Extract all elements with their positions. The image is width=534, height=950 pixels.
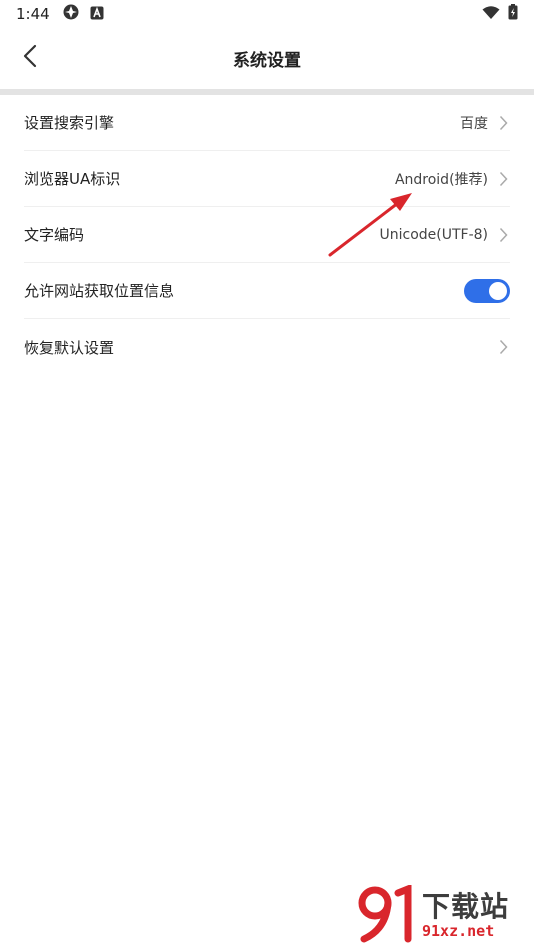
watermark-sub-text: 91xz.net [422, 922, 495, 940]
watermark-logo: 下载站 91xz.net [358, 883, 528, 947]
back-button[interactable] [10, 38, 50, 78]
setting-browser-ua[interactable]: 浏览器UA标识 Android(推荐) [24, 151, 510, 207]
setting-location: 允许网站获取位置信息 [24, 263, 510, 319]
title-bar: 系统设置 [0, 28, 534, 88]
toggle-knob [489, 281, 507, 300]
setting-search-engine[interactable]: 设置搜索引擎 百度 [24, 95, 510, 151]
annotation-arrow-icon [328, 193, 412, 257]
app-notification-icon [62, 3, 80, 25]
location-toggle[interactable] [464, 278, 510, 303]
setting-label: 恢复默认设置 [24, 338, 115, 357]
chevron-left-icon [22, 44, 38, 72]
status-time: 1:44 [16, 5, 50, 23]
android-notification-icon [90, 5, 104, 24]
chevron-right-icon [496, 338, 510, 356]
settings-list: 设置搜索引擎 百度 浏览器UA标识 Android(推荐) 文字编码 Unico… [0, 95, 534, 375]
chevron-right-icon [496, 226, 510, 244]
battery-icon [508, 4, 518, 24]
watermark-main-text: 下载站 [422, 890, 510, 923]
page-title: 系统设置 [233, 50, 301, 71]
wifi-icon [482, 5, 500, 24]
setting-restore-defaults[interactable]: 恢复默认设置 [24, 319, 510, 375]
setting-text-encoding[interactable]: 文字编码 Unicode(UTF-8) [24, 207, 510, 263]
chevron-right-icon [496, 170, 510, 188]
watermark-91-icon [358, 883, 418, 947]
setting-label: 设置搜索引擎 [24, 114, 115, 132]
status-bar: 1:44 [0, 0, 534, 28]
chevron-right-icon [496, 114, 510, 132]
setting-label: 允许网站获取位置信息 [24, 282, 175, 300]
setting-value: 百度 [460, 115, 488, 132]
